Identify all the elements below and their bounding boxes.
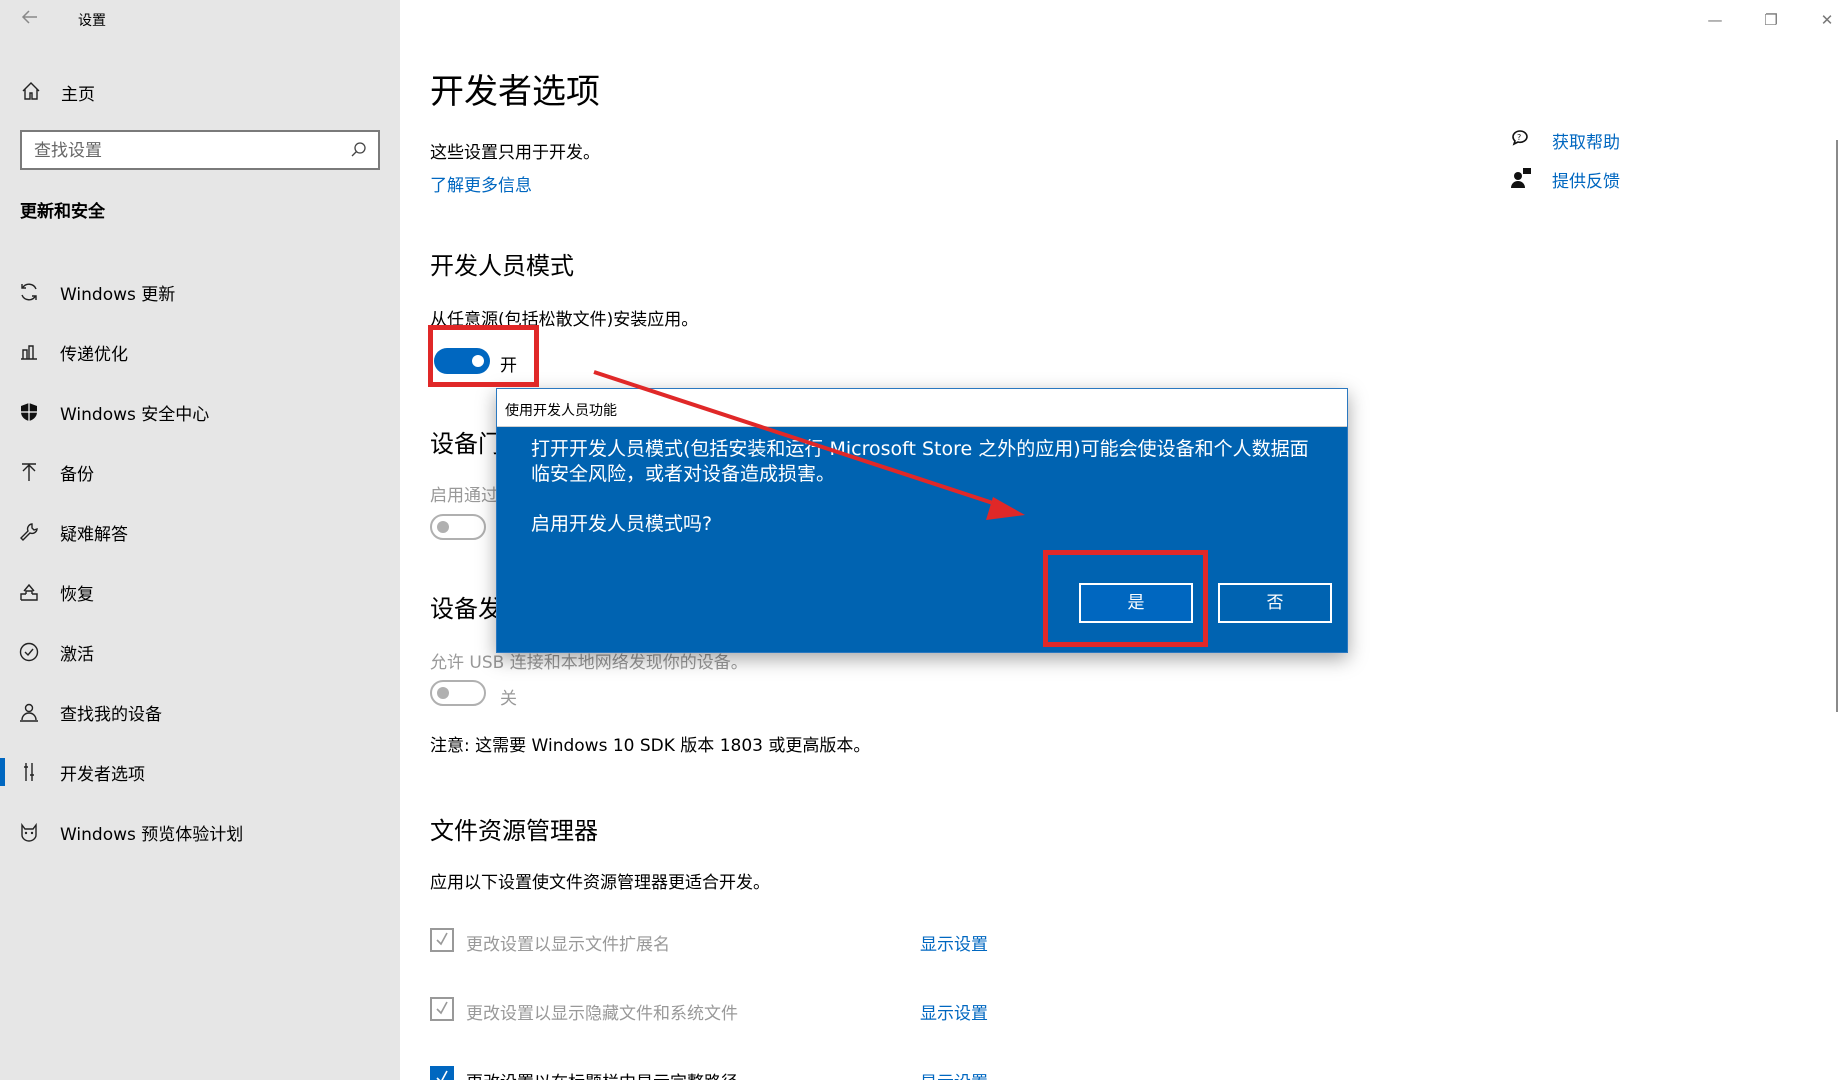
dev-mode-heading: 开发人员模式 — [430, 252, 574, 280]
sidebar-item-label: 恢复 — [60, 585, 94, 605]
wrench-icon — [18, 521, 40, 543]
device-portal-heading: 设备门 — [430, 430, 502, 458]
toggle-knob — [437, 521, 449, 533]
learn-more-link[interactable]: 了解更多信息 — [430, 171, 532, 196]
sidebar-item-label: Windows 安全中心 — [60, 405, 210, 425]
feedback-label: 提供反馈 — [1552, 172, 1620, 192]
sidebar-home[interactable]: 主页 — [0, 74, 400, 108]
annotation-yes-highlight — [1043, 550, 1208, 647]
sidebar-item-windows-security[interactable]: Windows 安全中心 — [0, 382, 400, 442]
checkmark-icon — [436, 1070, 448, 1080]
annotation-toggle-highlight — [428, 325, 539, 387]
minimize-icon[interactable]: — — [1700, 8, 1730, 32]
sync-icon — [18, 281, 40, 303]
person-locate-icon — [18, 701, 40, 723]
show-full-path-settings-link[interactable]: 显示设置 — [920, 1068, 988, 1080]
sidebar-item-label: 激活 — [60, 645, 94, 665]
checkmark-icon — [436, 932, 448, 946]
file-explorer-heading: 文件资源管理器 — [430, 817, 598, 845]
sidebar-nav: Windows 更新 传递优化 Windows 安全中心 备份 疑难解答 恢复 … — [0, 262, 400, 862]
show-full-path-label: 更改设置以在标题栏中显示完整路径 — [466, 1068, 738, 1080]
back-arrow-icon[interactable] — [14, 6, 46, 34]
app-title: 设置 — [78, 13, 106, 29]
close-icon[interactable]: ✕ — [1812, 8, 1842, 32]
sidebar: 设置 主页 更新和安全 Windows 更新 传递优化 — [0, 0, 400, 1080]
device-discovery-toggle[interactable] — [430, 680, 486, 706]
device-discovery-note: 注意: 这需要 Windows 10 SDK 版本 1803 或更高版本。 — [430, 736, 871, 756]
developer-mode-dialog: 使用开发人员功能 打开开发人员模式(包括安装和运行 Microsoft Stor… — [496, 388, 1348, 653]
show-extensions-label: 更改设置以显示文件扩展名 — [466, 935, 670, 955]
device-portal-description: 启用通过 — [430, 486, 498, 506]
sidebar-item-label: 传递优化 — [60, 345, 128, 365]
sidebar-item-find-my-device[interactable]: 查找我的设备 — [0, 682, 400, 742]
get-help-label: 获取帮助 — [1552, 133, 1620, 153]
titlebar-left: 设置 — [0, 0, 400, 40]
dialog-no-button[interactable]: 否 — [1218, 583, 1332, 623]
show-hidden-files-checkbox[interactable] — [430, 997, 454, 1021]
sidebar-item-label: 备份 — [60, 465, 94, 485]
show-hidden-files-settings-link[interactable]: 显示设置 — [920, 999, 988, 1024]
sidebar-item-activation[interactable]: 激活 — [0, 622, 400, 682]
shield-icon — [18, 401, 40, 423]
sidebar-item-delivery-optimization[interactable]: 传递优化 — [0, 322, 400, 382]
scrollbar[interactable] — [1836, 140, 1838, 712]
sidebar-item-developer-options[interactable]: 开发者选项 — [0, 742, 400, 802]
search-icon[interactable] — [350, 141, 368, 159]
recovery-icon — [18, 581, 40, 603]
sidebar-item-windows-insider[interactable]: Windows 预览体验计划 — [0, 802, 400, 862]
show-extensions-checkbox[interactable] — [430, 928, 454, 952]
sidebar-item-windows-update[interactable]: Windows 更新 — [0, 262, 400, 322]
sidebar-item-troubleshoot[interactable]: 疑难解答 — [0, 502, 400, 562]
search-box[interactable] — [20, 130, 380, 170]
device-discovery-heading: 设备发 — [430, 595, 502, 623]
sidebar-item-backup[interactable]: 备份 — [0, 442, 400, 502]
page-title: 开发者选项 — [430, 72, 600, 112]
svg-text:?: ? — [1517, 133, 1521, 142]
check-circle-icon — [18, 641, 40, 663]
dialog-message: 打开开发人员模式(包括安装和运行 Microsoft Store 之外的应用)可… — [531, 438, 1309, 485]
sidebar-item-label: 疑难解答 — [60, 525, 128, 545]
show-full-path-checkbox[interactable] — [430, 1066, 454, 1080]
sidebar-item-label: Windows 更新 — [60, 285, 176, 305]
sidebar-item-recovery[interactable]: 恢复 — [0, 562, 400, 622]
device-portal-toggle[interactable] — [430, 514, 486, 540]
backup-arrow-icon — [18, 461, 40, 483]
maximize-icon[interactable]: ❐ — [1756, 8, 1786, 32]
dialog-titlebar: 使用开发人员功能 — [497, 389, 1347, 427]
sidebar-item-label: 查找我的设备 — [60, 705, 162, 725]
feedback-person-icon — [1510, 167, 1532, 189]
search-input[interactable] — [34, 140, 334, 162]
sidebar-home-label: 主页 — [61, 85, 95, 105]
insider-cat-icon — [18, 821, 40, 843]
sidebar-item-label: Windows 预览体验计划 — [60, 825, 244, 845]
show-hidden-files-label: 更改设置以显示隐藏文件和系统文件 — [466, 1004, 738, 1024]
sidebar-item-label: 开发者选项 — [60, 765, 145, 785]
file-explorer-description: 应用以下设置使文件资源管理器更适合开发。 — [430, 873, 770, 893]
home-icon — [20, 80, 42, 102]
toggle-knob — [437, 687, 449, 699]
dialog-question: 启用开发人员模式吗? — [531, 513, 713, 535]
dialog-title: 使用开发人员功能 — [505, 403, 617, 419]
page-description: 这些设置只用于开发。 — [430, 143, 600, 163]
device-discovery-toggle-label: 关 — [500, 689, 517, 709]
checkmark-icon — [436, 1001, 448, 1015]
show-extensions-settings-link[interactable]: 显示设置 — [920, 930, 988, 955]
delivery-optimization-icon — [18, 341, 40, 363]
section-title: 更新和安全 — [20, 202, 105, 222]
developer-tools-icon — [18, 761, 40, 783]
help-chat-icon: ? — [1510, 128, 1532, 150]
